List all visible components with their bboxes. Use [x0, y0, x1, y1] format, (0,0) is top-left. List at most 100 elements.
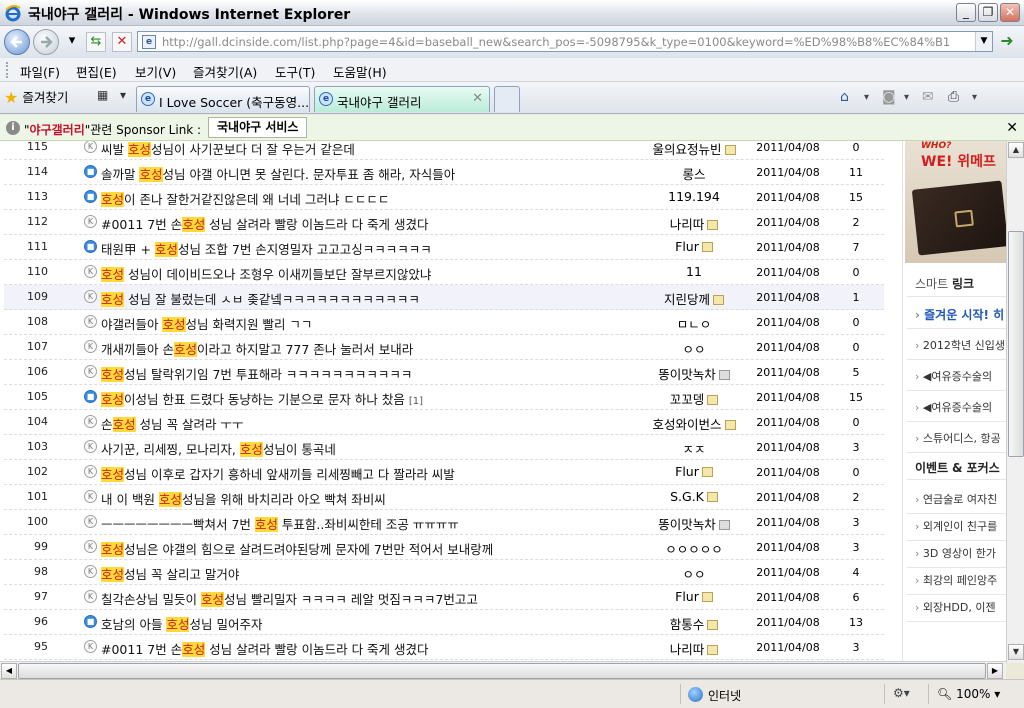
- horizontal-scroll-thumb[interactable]: [18, 663, 986, 679]
- table-row[interactable]: 114 ■ 솔까말 호성성님 야갤 아니면 못 살린다. 문자투표 좀 해라, 자식…: [4, 160, 884, 185]
- table-row[interactable]: 113 ■ 호성이 존나 잘한거같진않은데 왜 너네 그러냐 ㄷㄷㄷㄷ 119.194…: [4, 185, 884, 210]
- post-author[interactable]: 호성와이번스: [614, 414, 774, 433]
- gallog-icon[interactable]: [724, 420, 736, 430]
- post-author[interactable]: 11: [614, 264, 774, 279]
- address-field[interactable]: e http://gall.dcinside.com/list.php?page…: [137, 31, 993, 52]
- post-author[interactable]: 울의요정뉴빈: [614, 141, 774, 158]
- gallog-icon[interactable]: [707, 395, 719, 405]
- sidebar-link[interactable]: › 2012학년 신입생: [915, 337, 1005, 353]
- gallog-icon[interactable]: [718, 370, 730, 380]
- address-dropdown-icon[interactable]: ▼: [975, 32, 992, 51]
- zoom-level[interactable]: 🔍︎ 100% ▾: [937, 687, 1000, 701]
- post-subject-link[interactable]: ㅡㅡㅡㅡㅡㅡㅡㅡ빡쳐서 7번 호성 투표함..좌비씨한테 조공 ㅠㅠㅠㅠ: [101, 514, 459, 533]
- protected-mode-icon[interactable]: ⚙▾: [893, 686, 910, 700]
- post-author[interactable]: 꼬꼬뎅: [614, 389, 774, 408]
- post-subject-link[interactable]: 호성 성님이 데이비드오나 조형우 이새끼들보단 잘부르지않았냐: [101, 264, 431, 283]
- scroll-up-icon[interactable]: ▲: [1008, 142, 1024, 158]
- history-dropdown-icon[interactable]: ▾: [62, 32, 82, 52]
- post-subject-link[interactable]: 야갤러들아 호성성님 화력지원 빨리 ㄱㄱ: [101, 314, 312, 333]
- home-icon[interactable]: ⌂: [840, 89, 849, 105]
- table-row[interactable]: 107 K 개새끼들아 손호성이라고 하지말고 777 존나 눌러서 보내라 ㅇㅇ 20…: [4, 335, 884, 360]
- table-row[interactable]: 111 ■ 태원甲 + 호성성님 조합 7번 손지영밀자 고고고싱ㅋㅋㅋㅋㅋㅋ Flu…: [4, 235, 884, 260]
- print-icon[interactable]: ⎙: [948, 89, 959, 105]
- table-row[interactable]: 103 K 사기꾼, 리세찡, 모나리자, 호성성님이 통곡네 ㅈㅈ 2011/04/0…: [4, 435, 884, 460]
- post-subject-link[interactable]: 호성성님은 야갤의 힘으로 살려드려야된당께 문자에 7번만 적어서 보내랑께: [101, 539, 493, 558]
- table-row[interactable]: 104 K 손호성 성님 꼭 살려라 ㅜㅜ 호성와이번스 2011/04/08 0: [4, 410, 884, 435]
- post-subject-link[interactable]: 개새끼들아 손호성이라고 하지말고 777 존나 눌러서 보내라: [101, 339, 413, 358]
- post-author[interactable]: Flur: [614, 464, 774, 479]
- favorites-button[interactable]: ★ 즐겨찾기: [4, 87, 68, 109]
- sidebar-link[interactable]: › 즐겨운 시작! 히: [915, 306, 1004, 323]
- table-row[interactable]: 110 K 호성 성님이 데이비드오나 조형우 이새끼들보단 잘부르지않았냐 11 20…: [4, 260, 884, 285]
- gallog-icon[interactable]: [701, 467, 713, 477]
- ad-banner[interactable]: WHO? WE! 위메프: [905, 141, 1006, 263]
- post-author[interactable]: 119.194: [614, 189, 774, 204]
- post-subject-link[interactable]: 호성성님 탈락위기임 7번 투표해라 ㅋㅋㅋㅋㅋㅋㅋㅋㅋㅋㅋ: [101, 364, 412, 383]
- post-author[interactable]: Flur: [614, 589, 774, 604]
- sidebar-link[interactable]: › 연금술로 여자친: [915, 491, 997, 507]
- post-subject-link[interactable]: 호성성님 꼭 살리고 말거야: [101, 564, 239, 583]
- table-row[interactable]: 109 K 호성 성님 잘 불렀는데 ㅅㅂ 좆같넼ㅋㅋㅋㅋㅋㅋㅋㅋㅋㅋㅋㅋ 지린당께 2…: [4, 285, 884, 310]
- sidebar-link[interactable]: › 3D 영상이 한가: [915, 545, 996, 561]
- menu-favorites[interactable]: 즐겨찾기(A): [193, 62, 257, 81]
- table-row[interactable]: 97 K 칠각손상님 밀듯이 호성성님 빨리밀자 ㅋㅋㅋㅋ 레알 멋짐ㅋㅋㅋ7번고고…: [4, 585, 884, 610]
- post-subject-link[interactable]: 호성 성님 잘 불렀는데 ㅅㅂ 좆같넼ㅋㅋㅋㅋㅋㅋㅋㅋㅋㅋㅋㅋ: [101, 289, 420, 308]
- refresh-icon[interactable]: ⇆: [86, 32, 106, 52]
- table-row[interactable]: 106 K 호성성님 탈락위기임 7번 투표해라 ㅋㅋㅋㅋㅋㅋㅋㅋㅋㅋㅋ 똥이맛녹차 2…: [4, 360, 884, 385]
- sidebar-link[interactable]: › 외장HDD, 이젠: [915, 599, 996, 615]
- table-row[interactable]: 101 K 내 이 백원 호성성님을 위해 바치리라 아오 빡쳐 좌비씨 S.G.K 2…: [4, 485, 884, 510]
- new-tab-button[interactable]: [494, 86, 520, 112]
- sidebar-link[interactable]: › 최강의 페인앙주: [915, 572, 997, 588]
- gallog-icon[interactable]: [724, 145, 736, 155]
- gallog-icon[interactable]: [707, 645, 719, 655]
- post-subject-link[interactable]: 내 이 백원 호성성님을 위해 바치리라 아오 빡쳐 좌비씨: [101, 489, 386, 508]
- gallog-icon[interactable]: [707, 220, 719, 230]
- gallog-icon[interactable]: [713, 295, 724, 305]
- post-author[interactable]: 똥이맛녹차: [614, 514, 774, 533]
- table-row[interactable]: 108 K 야갤러들아 호성성님 화력지원 빨리 ㄱㄱ ㅁㄴㅇ 2011/04/08 0: [4, 310, 884, 335]
- post-author[interactable]: 롱스: [614, 164, 774, 183]
- close-window-button[interactable]: ✕: [1000, 3, 1020, 22]
- mail-icon[interactable]: ✉: [922, 89, 934, 105]
- table-row[interactable]: 99 K 호성성님은 야갤의 힘으로 살려드려야된당께 문자에 7번만 적어서 보내…: [4, 535, 884, 560]
- post-subject-link[interactable]: 사기꾼, 리세찡, 모나리자, 호성성님이 통곡네: [101, 439, 336, 458]
- post-author[interactable]: 지린당께: [614, 289, 774, 308]
- table-row[interactable]: 95 K #0011 7번 손호성 성님 살려라 빨랑 이놈드라 다 죽게 생겼다 나…: [4, 635, 884, 660]
- post-subject-link[interactable]: 호성이 존나 잘한거같진않은데 왜 너네 그러냐 ㄷㄷㄷㄷ: [101, 189, 389, 208]
- post-subject-link[interactable]: 솔까말 호성성님 야갤 아니면 못 살린다. 문자투표 좀 해라, 자식들아: [101, 164, 455, 183]
- home-dropdown-icon[interactable]: ▾: [864, 92, 869, 103]
- menu-file[interactable]: 파일(F): [20, 62, 60, 81]
- maximize-button[interactable]: ❐: [978, 3, 998, 22]
- sponsor-service-button[interactable]: 국내야구 서비스: [208, 117, 308, 138]
- table-row[interactable]: 100 K ㅡㅡㅡㅡㅡㅡㅡㅡ빡쳐서 7번 호성 투표함..좌비씨한테 조공 ㅠㅠㅠㅠ…: [4, 510, 884, 535]
- post-subject-link[interactable]: 호남의 아들 호성성님 밀어주자: [101, 614, 262, 633]
- gallog-icon[interactable]: [707, 620, 719, 630]
- post-author[interactable]: S.G.K: [614, 489, 774, 504]
- tab-list-dropdown-icon[interactable]: ▾: [120, 88, 126, 102]
- vertical-scrollbar[interactable]: ▲ ▼: [1006, 141, 1024, 663]
- post-subject-link[interactable]: 호성이성님 한표 드렸다 동냥하는 기분으로 문자 하나 찼음 [1]: [101, 389, 423, 408]
- post-author[interactable]: 함통수: [614, 614, 774, 633]
- post-author[interactable]: 나리따: [614, 639, 774, 658]
- close-tab-icon[interactable]: ✕: [472, 91, 483, 106]
- table-row[interactable]: 105 ■ 호성이성님 한표 드렸다 동냥하는 기분으로 문자 하나 찼음 [1] 꼬…: [4, 385, 884, 410]
- post-subject-link[interactable]: 씨발 호성성님이 사기꾼보다 더 잘 우는거 같은데: [101, 141, 355, 158]
- post-author[interactable]: ㅈㅈ: [614, 439, 774, 458]
- scroll-left-icon[interactable]: ◀: [1, 663, 17, 679]
- gallog-icon[interactable]: [718, 520, 730, 530]
- feeds-icon[interactable]: ◙: [882, 89, 896, 105]
- comment-count[interactable]: [1]: [409, 396, 423, 407]
- post-author[interactable]: ㅇㅇ: [614, 564, 774, 583]
- table-row[interactable]: 98 K 호성성님 꼭 살리고 말거야 ㅇㅇ 2011/04/08 4: [4, 560, 884, 585]
- post-subject-link[interactable]: 호성성님 이후로 갑자기 흥하네 앞새끼들 리세찡빼고 다 짤라라 씨발: [101, 464, 455, 483]
- post-author[interactable]: ㅇㅇ: [614, 339, 774, 358]
- go-arrow-icon[interactable]: ➜: [996, 31, 1018, 53]
- scroll-down-icon[interactable]: ▼: [1008, 644, 1024, 660]
- menu-tools[interactable]: 도구(T): [275, 62, 315, 81]
- table-row[interactable]: 102 K 호성성님 이후로 갑자기 흥하네 앞새끼들 리세찡빼고 다 짤라라 씨발…: [4, 460, 884, 485]
- vertical-scroll-thumb[interactable]: [1008, 231, 1024, 457]
- menu-help[interactable]: 도움말(H): [333, 62, 387, 81]
- gallog-icon[interactable]: [706, 492, 718, 502]
- sidebar-link[interactable]: › ◀여유증수술의: [915, 399, 992, 415]
- back-button[interactable]: [4, 29, 30, 55]
